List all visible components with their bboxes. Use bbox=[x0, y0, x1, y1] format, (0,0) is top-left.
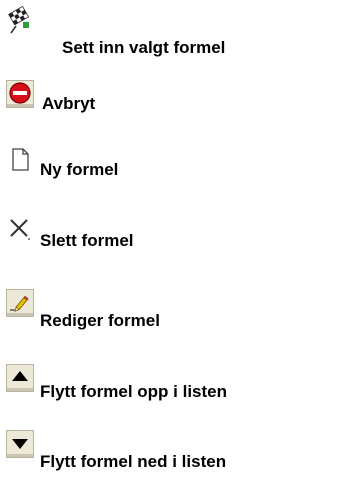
legend-item-label: Slett formel bbox=[40, 231, 134, 250]
checkered-flag-icon bbox=[6, 6, 34, 34]
arrow-up-icon bbox=[6, 364, 34, 392]
legend-item-label: Ny formel bbox=[40, 160, 119, 179]
legend-item-new: Ny formel bbox=[0, 144, 353, 184]
legend-item-delete: Slett formel bbox=[0, 213, 353, 253]
legend-item-label: Rediger formel bbox=[40, 311, 160, 330]
legend-item-label: Flytt formel opp i listen bbox=[40, 382, 228, 401]
arrow-down-icon bbox=[6, 430, 34, 458]
legend-item-move-down: Flytt formel ned i listen bbox=[0, 430, 353, 471]
legend-item-label: Sett inn valgt formel bbox=[62, 38, 226, 57]
legend-item-label: Avbryt bbox=[42, 94, 96, 113]
legend-item-label: Flytt formel ned i listen bbox=[40, 452, 227, 471]
delete-x-icon bbox=[6, 215, 34, 243]
new-document-icon bbox=[6, 146, 34, 174]
edit-pencil-icon bbox=[6, 289, 34, 317]
stop-icon bbox=[6, 80, 34, 108]
legend-item-move-up: Flytt formel opp i listen bbox=[0, 362, 353, 402]
legend-item-insert: Sett inn valgt formel bbox=[0, 2, 353, 57]
legend-item-edit: Rediger formel bbox=[0, 287, 353, 330]
legend-item-cancel: Avbryt bbox=[0, 78, 353, 118]
